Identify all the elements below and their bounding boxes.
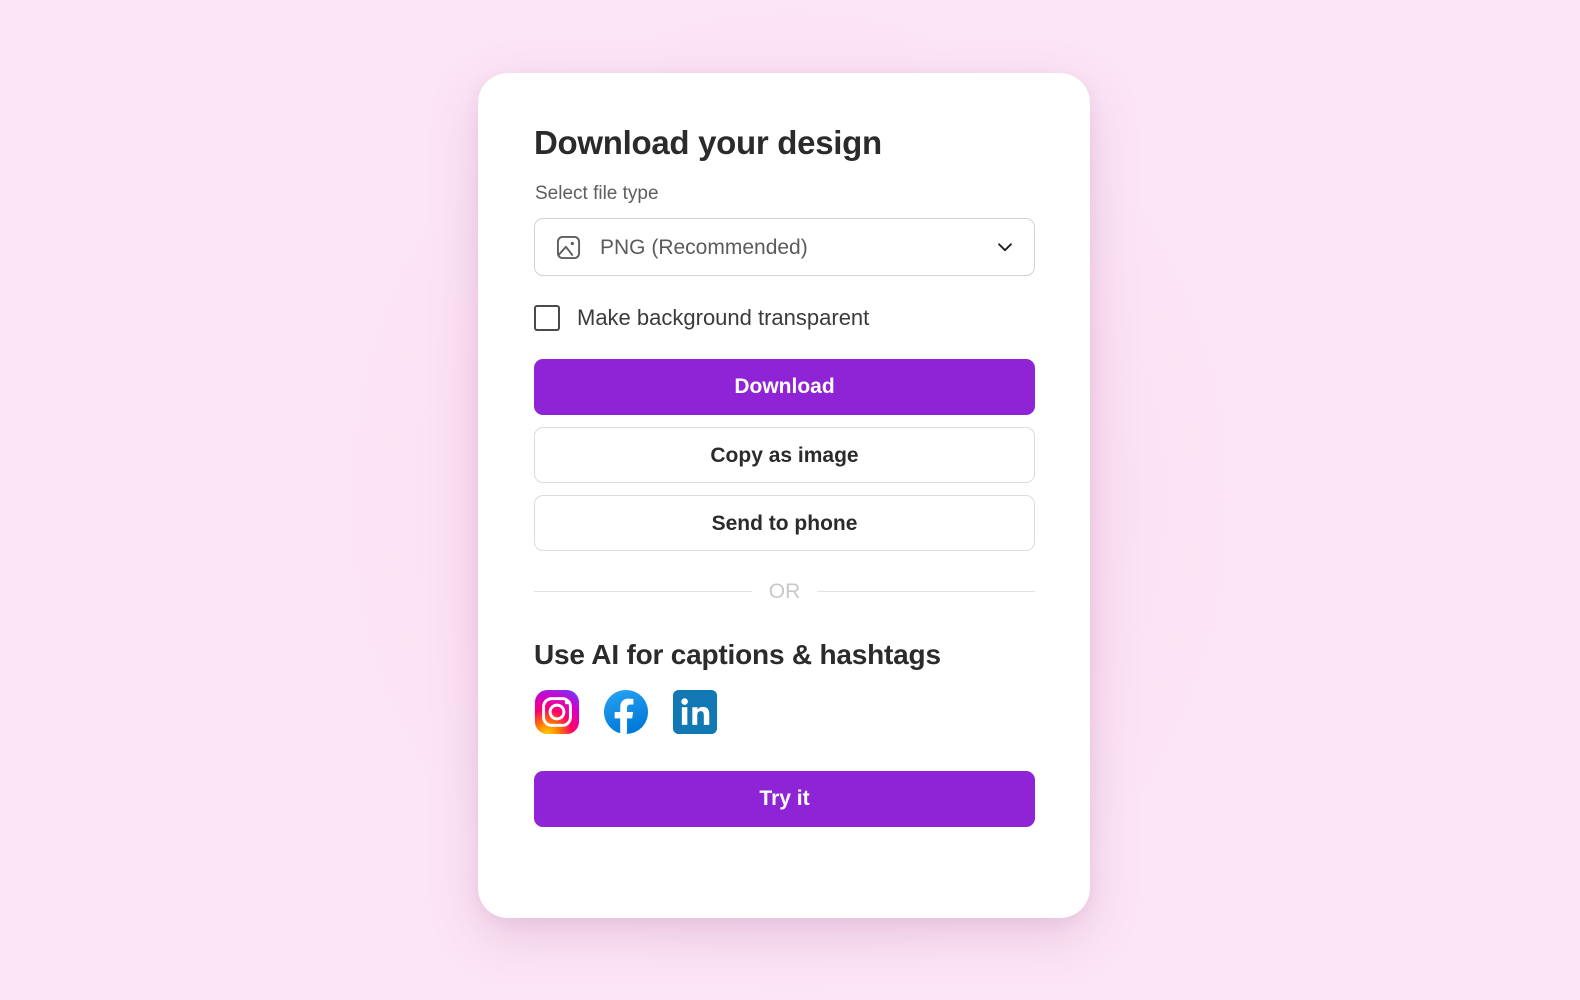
- try-it-button[interactable]: Try it: [534, 771, 1035, 828]
- transparent-background-option[interactable]: Make background transparent: [534, 305, 1035, 332]
- transparent-background-label: Make background transparent: [577, 305, 870, 330]
- copy-as-image-button[interactable]: Copy as image: [534, 427, 1035, 484]
- download-button[interactable]: Download: [534, 359, 1035, 416]
- transparent-background-checkbox[interactable]: [534, 305, 560, 332]
- page-title: Download your design: [534, 124, 882, 161]
- social-platform-list: [534, 689, 1035, 735]
- linkedin-icon[interactable]: [672, 689, 718, 735]
- send-to-phone-button[interactable]: Send to phone: [534, 495, 1035, 552]
- divider-line-right: [817, 591, 1035, 593]
- file-type-select[interactable]: PNG (Recommended): [534, 218, 1035, 277]
- chevron-down-icon[interactable]: [994, 236, 1016, 258]
- ai-section-title: Use AI for captions & hashtags: [534, 639, 941, 671]
- dialog-content: Download your design Select file type PN…: [534, 124, 1035, 828]
- download-dialog-card: Download your design Select file type PN…: [478, 73, 1090, 918]
- or-divider: OR: [534, 581, 1035, 602]
- instagram-icon[interactable]: [534, 689, 580, 735]
- file-type-label: Select file type: [535, 183, 659, 205]
- divider-label: OR: [768, 580, 801, 604]
- facebook-icon[interactable]: [603, 689, 649, 735]
- image-icon: [555, 234, 582, 261]
- divider-line-left: [534, 591, 752, 593]
- file-type-value: PNG (Recommended): [600, 235, 808, 259]
